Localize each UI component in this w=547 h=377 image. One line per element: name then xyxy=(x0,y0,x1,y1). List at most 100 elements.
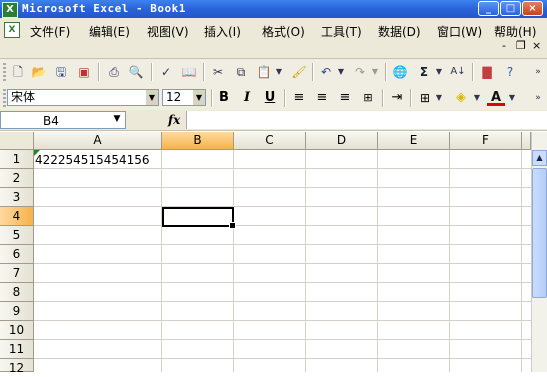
research-icon[interactable]: 📖 xyxy=(181,64,197,80)
align-right-icon[interactable]: ≡ xyxy=(336,90,354,106)
chevron-down-icon[interactable]: ▼ xyxy=(111,114,123,126)
menu-insert[interactable]: 插入(I) xyxy=(204,23,241,40)
hyperlink-icon[interactable]: 🌐 xyxy=(392,64,408,80)
row-header-2[interactable]: 2 xyxy=(0,169,34,188)
toolbar-grip[interactable] xyxy=(3,89,6,107)
toolbar-grip[interactable] xyxy=(3,63,6,81)
scrollbar-thumb[interactable] xyxy=(532,168,547,298)
cut-icon[interactable]: ✂ xyxy=(210,64,226,80)
row-header-9[interactable]: 9 xyxy=(0,302,34,321)
print-preview-icon[interactable]: 🔍 xyxy=(128,64,144,80)
italic-button[interactable]: I xyxy=(238,90,256,106)
column-header-e[interactable]: E xyxy=(378,132,450,150)
vertical-scrollbar[interactable]: ▲ xyxy=(531,132,547,372)
column-header-a[interactable]: A xyxy=(34,132,162,150)
separator xyxy=(472,63,474,81)
row-header-12[interactable]: 12 xyxy=(0,359,34,375)
chevron-down-icon[interactable]: ▼ xyxy=(193,90,205,105)
menu-data[interactable]: 数据(D) xyxy=(378,23,421,40)
font-name-select[interactable]: 宋体 ▼ xyxy=(7,89,159,106)
bold-button[interactable]: B xyxy=(215,90,233,106)
scroll-up-icon[interactable]: ▲ xyxy=(532,150,547,166)
menu-format[interactable]: 格式(O) xyxy=(262,23,305,40)
open-icon[interactable]: 📂 xyxy=(31,64,47,80)
merge-center-icon[interactable]: ⊞ xyxy=(359,90,377,106)
autosum-dropdown-icon[interactable]: ▼ xyxy=(434,64,444,80)
font-size-select[interactable]: 12 ▼ xyxy=(162,89,206,106)
column-header-c[interactable]: C xyxy=(234,132,306,150)
print-icon[interactable]: ⎙ xyxy=(106,64,122,80)
format-painter-icon[interactable]: 🖌 xyxy=(291,64,307,80)
column-header-f[interactable]: F xyxy=(450,132,522,150)
toolbar-options-icon[interactable]: » xyxy=(530,64,546,80)
permission-icon[interactable]: ▣ xyxy=(76,64,92,80)
help-icon[interactable]: ? xyxy=(502,64,518,80)
font-color-icon[interactable]: A xyxy=(487,90,505,106)
borders-dropdown-icon[interactable]: ▼ xyxy=(434,90,444,106)
toolbar-options-icon[interactable]: » xyxy=(530,90,546,106)
menu-view[interactable]: 视图(V) xyxy=(147,23,189,40)
chevron-down-icon[interactable]: ▼ xyxy=(146,90,158,105)
doc-minimize-button[interactable]: - xyxy=(502,39,506,52)
sort-ascending-icon[interactable]: A↓ xyxy=(450,64,466,80)
menu-file[interactable]: 文件(F) xyxy=(30,23,70,40)
formula-input[interactable] xyxy=(186,111,547,129)
maximize-button[interactable]: □ xyxy=(500,1,521,16)
row-header-8[interactable]: 8 xyxy=(0,283,34,302)
align-left-icon[interactable]: ≡ xyxy=(290,90,308,106)
doc-close-button[interactable]: × xyxy=(532,39,541,52)
paste-dropdown-icon[interactable]: ▼ xyxy=(274,64,284,80)
undo-icon[interactable]: ↶ xyxy=(318,64,334,80)
row-header-11[interactable]: 11 xyxy=(0,340,34,359)
redo-icon[interactable]: ↷ xyxy=(352,64,368,80)
separator xyxy=(312,63,314,81)
fill-color-icon[interactable]: ◈ xyxy=(452,90,470,106)
underline-button[interactable]: U xyxy=(261,90,279,106)
active-cell-b4[interactable] xyxy=(162,207,236,229)
row-header-1[interactable]: 1 xyxy=(0,150,34,169)
row-header-10[interactable]: 10 xyxy=(0,321,34,340)
copy-icon[interactable]: ⧉ xyxy=(233,64,249,80)
autosum-icon[interactable]: Σ xyxy=(416,64,432,80)
undo-dropdown-icon[interactable]: ▼ xyxy=(336,64,346,80)
new-icon[interactable]: 🗋 xyxy=(10,64,26,80)
fill-color-dropdown-icon[interactable]: ▼ xyxy=(472,90,482,106)
select-all-button[interactable] xyxy=(0,132,34,150)
row-header-7[interactable]: 7 xyxy=(0,264,34,283)
spelling-icon[interactable]: ✓ xyxy=(158,64,174,80)
cell-a1[interactable]: 422254515454156 xyxy=(35,151,150,169)
align-center-icon[interactable]: ≡ xyxy=(313,90,331,106)
excel-icon[interactable]: X xyxy=(2,2,18,18)
row-header-3[interactable]: 3 xyxy=(0,188,34,207)
paste-icon[interactable]: 📋 xyxy=(256,64,272,80)
font-color-dropdown-icon[interactable]: ▼ xyxy=(507,90,517,106)
chart-wizard-icon[interactable]: ▇ xyxy=(479,64,495,80)
menu-tools[interactable]: 工具(T) xyxy=(321,23,362,40)
doc-restore-button[interactable]: ❐ xyxy=(516,39,526,52)
window-title: Microsoft Excel - Book1 xyxy=(22,2,186,15)
workbook-icon[interactable]: X xyxy=(4,22,20,38)
gridline xyxy=(34,187,531,188)
fill-handle[interactable] xyxy=(229,222,236,229)
gridline xyxy=(34,263,531,264)
close-button[interactable]: × xyxy=(522,1,543,16)
insert-function-icon[interactable]: fx xyxy=(168,113,180,127)
row-header-5[interactable]: 5 xyxy=(0,226,34,245)
menu-window[interactable]: 窗口(W) xyxy=(437,23,482,40)
increase-indent-icon[interactable]: ⇥ xyxy=(388,90,406,106)
name-box[interactable]: B4 ▼ xyxy=(0,111,126,129)
column-header-g[interactable] xyxy=(522,132,531,150)
minimize-button[interactable]: _ xyxy=(478,1,499,16)
column-header-d[interactable]: D xyxy=(306,132,378,150)
menu-edit[interactable]: 编辑(E) xyxy=(89,23,130,40)
row-header-4[interactable]: 4 xyxy=(0,207,34,226)
separator xyxy=(410,89,412,107)
font-name-value: 宋体 xyxy=(11,90,36,104)
save-icon[interactable]: 🖫 xyxy=(53,64,69,80)
borders-icon[interactable]: ⊞ xyxy=(416,90,434,106)
redo-dropdown-icon[interactable]: ▼ xyxy=(370,64,380,80)
menu-help[interactable]: 帮助(H) xyxy=(494,23,536,40)
column-header-b[interactable]: B xyxy=(162,132,234,150)
worksheet-grid[interactable]: A B C D E F 1 2 3 4 5 6 7 8 9 10 11 12 4… xyxy=(0,132,547,375)
row-header-6[interactable]: 6 xyxy=(0,245,34,264)
